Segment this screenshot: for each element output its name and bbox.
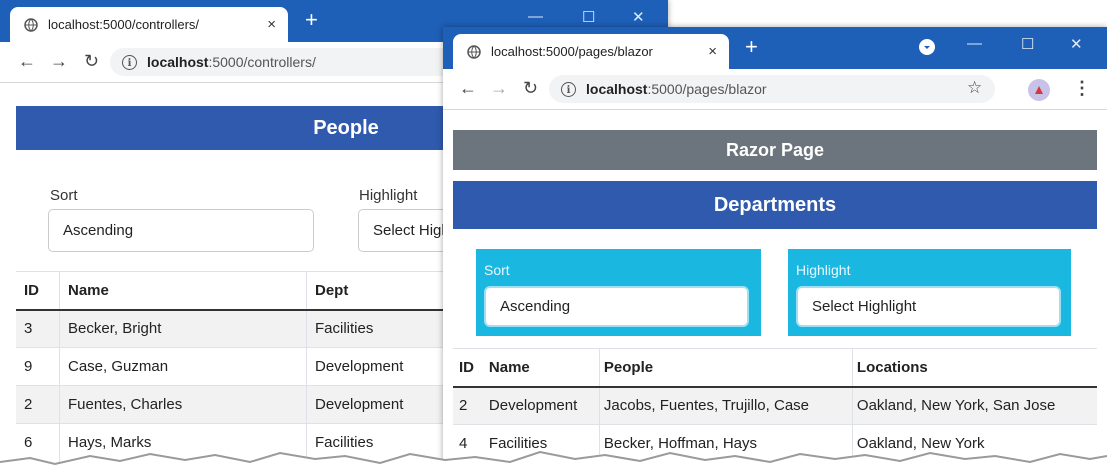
cell-name: Fuentes, Charles [59,385,307,424]
tab-close-icon[interactable]: × [267,16,276,33]
reload-icon[interactable]: ↻ [84,51,99,72]
highlight-label: Highlight [359,187,418,204]
sort-label: Sort [484,262,510,278]
profile-avatar-icon[interactable] [1028,79,1050,101]
globe-icon [24,17,38,32]
back-arrow-icon[interactable]: ← [18,51,36,72]
tab-title: localhost:5000/pages/blazor [491,44,653,59]
new-tab-button[interactable]: + [745,35,758,59]
close-window-button[interactable]: ✕ [632,8,645,26]
cell-id: 9 [16,347,60,386]
cell-name: Case, Guzman [59,347,307,386]
minimize-button[interactable]: — [528,8,543,25]
razor-page-banner: Razor Page [453,130,1097,170]
maximize-button[interactable]: ☐ [1021,35,1034,53]
cell-id: 2 [453,386,485,425]
browser-tab[interactable]: localhost:5000/controllers/ × [10,7,288,42]
minimize-button[interactable]: — [967,35,982,52]
url-path: :5000/pages/blazor [647,81,767,97]
table-header-row: ID Name People Locations [453,348,1097,388]
address-bar[interactable]: i localhost:5000/pages/blazor [549,75,995,103]
new-tab-button[interactable]: + [305,8,318,32]
maximize-button[interactable]: ☐ [582,8,595,26]
url-host: localhost [586,81,648,97]
header-id: ID [453,348,485,388]
tab-title: localhost:5000/controllers/ [48,17,200,32]
globe-icon [467,44,481,59]
sort-select[interactable]: Ascending [484,286,749,327]
highlight-select[interactable]: Select Highlight [796,286,1061,327]
star-icon[interactable]: ☆ [967,78,982,98]
reload-icon[interactable]: ↻ [523,78,538,99]
cell-id: 2 [16,385,60,424]
highlight-label: Highlight [796,262,851,278]
header-name: Name [484,348,600,388]
forward-arrow-icon[interactable]: → [50,51,68,72]
info-icon[interactable]: i [561,81,576,97]
cell-id: 3 [16,309,60,348]
url-host: localhost [147,54,209,70]
cell-locations: Oakland, New York, San Jose [851,386,1097,425]
title-bar: localhost:5000/pages/blazor × + — ☐ ✕ [443,27,1107,69]
cell-name: Becker, Bright [59,309,307,348]
close-window-button[interactable]: ✕ [1070,35,1083,53]
browser-window-blazor: localhost:5000/pages/blazor × + — ☐ ✕ ← … [443,27,1107,473]
download-indicator-icon[interactable] [919,39,935,55]
forward-arrow-icon[interactable]: → [490,78,508,99]
menu-dots-icon[interactable]: ⋮ [1073,78,1091,99]
sort-select[interactable]: Ascending [48,209,314,252]
torn-edge-decoration [0,450,1107,473]
header-locations: Locations [851,348,1097,388]
info-icon[interactable]: i [122,54,137,70]
browser-tab[interactable]: localhost:5000/pages/blazor × [453,34,729,69]
highlight-panel: Highlight Select Highlight [788,249,1071,336]
departments-banner: Departments [453,181,1097,229]
url-path: :5000/controllers/ [208,54,316,70]
header-people: People [598,348,853,388]
header-id: ID [16,271,60,311]
table-row: 2 Development Jacobs, Fuentes, Trujillo,… [453,386,1097,425]
cell-name: Development [484,386,600,425]
sort-label: Sort [50,187,78,204]
cell-people: Jacobs, Fuentes, Trujillo, Case [598,386,853,425]
back-arrow-icon[interactable]: ← [459,78,477,99]
sort-panel: Sort Ascending [476,249,761,336]
tab-close-icon[interactable]: × [708,43,717,60]
address-toolbar: ← → ↻ i localhost:5000/pages/blazor ☆ ⋮ [443,69,1107,110]
header-name: Name [59,271,307,311]
